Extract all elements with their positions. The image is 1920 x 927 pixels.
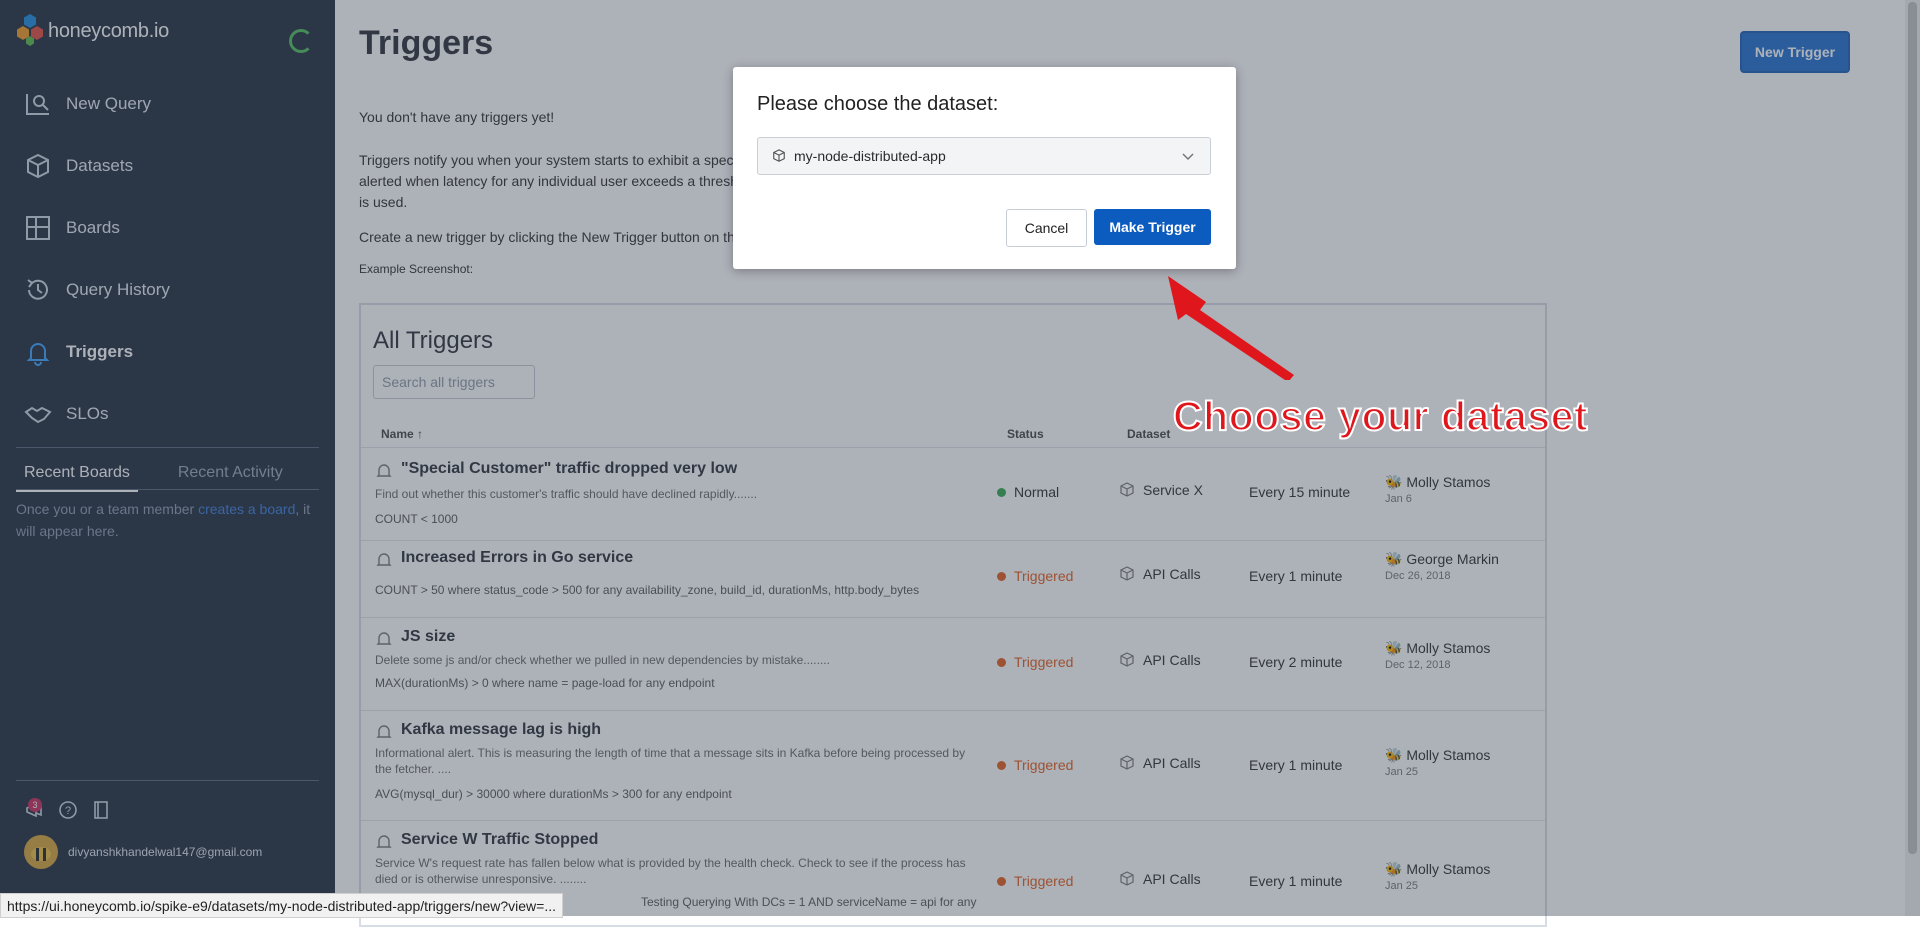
annotation-text: Choose your dataset [1172, 392, 1589, 440]
choose-dataset-dialog: Please choose the dataset: my-node-distr… [733, 67, 1236, 269]
chevron-down-icon [1182, 153, 1194, 161]
annotation-arrow-icon [1168, 276, 1294, 380]
make-trigger-button[interactable]: Make Trigger [1094, 209, 1211, 245]
browser-status-url: https://ui.honeycomb.io/spike-e9/dataset… [0, 893, 564, 918]
dialog-title: Please choose the dataset: [757, 93, 999, 115]
selected-dataset: my-node-distributed-app [794, 148, 946, 164]
dataset-select[interactable]: my-node-distributed-app [757, 137, 1211, 175]
cube-icon [773, 149, 785, 162]
cancel-button[interactable]: Cancel [1006, 209, 1087, 247]
